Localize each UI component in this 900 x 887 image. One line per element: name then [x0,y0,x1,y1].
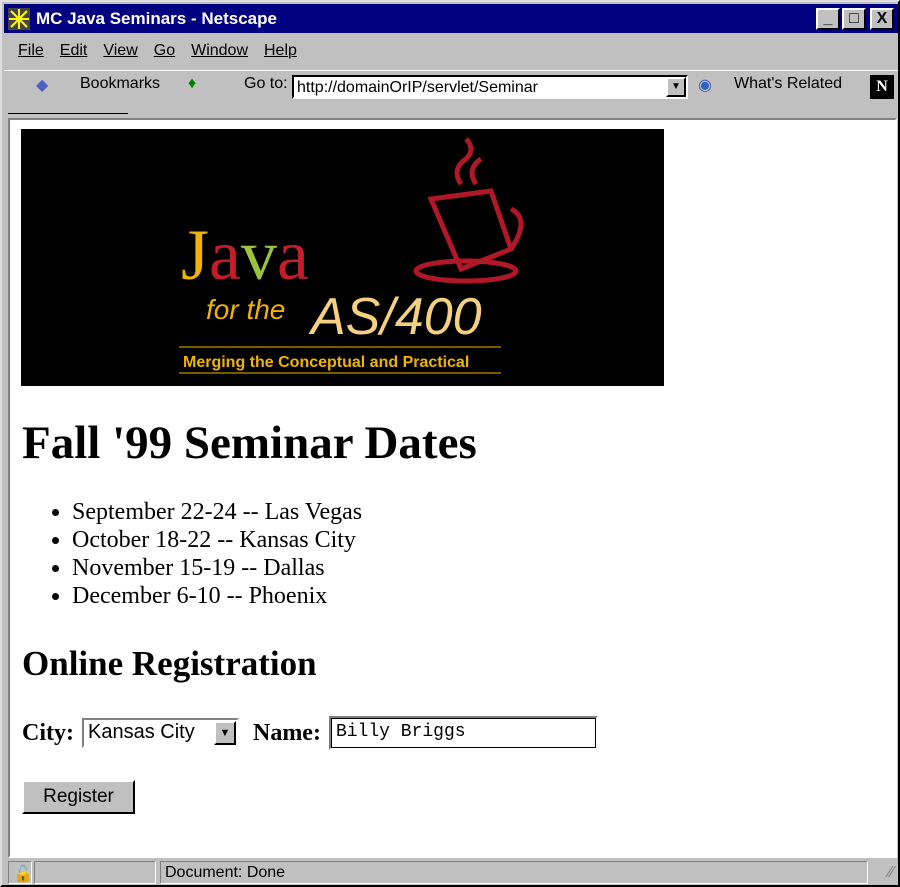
netscape-icon [8,7,30,30]
url-input[interactable]: http://domainOrIP/servlet/Seminar ▼ [292,75,688,99]
java-as400-logo: Java for the AS/400 Merging the Conceptu… [21,129,664,386]
list-item: October 18-22 -- Kansas City [72,526,362,554]
window-title: MC Java Seminars - Netscape [36,8,277,28]
url-dropdown-icon[interactable]: ▼ [666,77,686,97]
city-label: City: [22,719,74,746]
name-label: Name: [252,719,321,746]
chevron-down-icon[interactable]: ▼ [213,721,236,745]
status-bar: 🔓 Document: Done ⁄⁄ [4,860,898,886]
menu-go[interactable]: Go [146,38,183,64]
url-text: http://domainOrIP/servlet/Seminar [297,79,538,96]
logo-java-text: Java [181,215,309,295]
menu-edit[interactable]: Edit [52,38,96,64]
minimize-button[interactable]: _ [816,8,840,30]
location-toolbar: ◆ Bookmarks ♦ Go to: http://domainOrIP/s… [4,70,898,100]
list-item: November 15-19 -- Dallas [72,554,362,582]
page-heading: Fall '99 Seminar Dates [22,417,477,469]
bookmarks-button[interactable]: Bookmarks [80,75,160,93]
whats-related-button[interactable]: What's Related [734,75,842,93]
list-item: December 6-10 -- Phoenix [72,582,362,610]
resize-grip-icon[interactable]: ⁄⁄ [889,864,894,882]
list-item: September 22-24 -- Las Vegas [72,498,362,526]
close-button[interactable]: X [870,8,894,30]
goto-label: Go to: [244,75,288,92]
maximize-button[interactable]: □ [842,8,866,30]
menu-view[interactable]: View [95,38,145,64]
menu-help[interactable]: Help [256,38,305,64]
title-bar: MC Java Seminars - Netscape _ □ X [4,4,898,33]
progress-panel [34,861,156,884]
registration-form: City: Kansas City ▼ Name: Billy Briggs [22,716,598,750]
city-select[interactable]: Kansas City ▼ [81,718,239,748]
status-text: Document: Done [160,861,868,884]
security-lock-icon[interactable]: 🔓 [8,861,33,884]
whats-related-icon[interactable]: ◉ [698,75,712,95]
seminar-dates-list: September 22-24 -- Las Vegas October 18-… [72,498,362,610]
bookmarks-icon[interactable]: ◆ [36,75,48,95]
svg-text:for the: for the [206,294,285,325]
toolbar-tabs[interactable] [8,102,128,114]
page-content: Java for the AS/400 Merging the Conceptu… [8,118,897,858]
name-input[interactable]: Billy Briggs [328,716,598,750]
netscape-logo[interactable]: N [870,75,894,99]
svg-text:Merging the Conceptual and Pra: Merging the Conceptual and Practical [183,354,469,371]
menu-file[interactable]: File [10,38,52,64]
registration-heading: Online Registration [22,644,317,683]
menu-bar: File Edit View Go Window Help [10,38,305,64]
browser-window: MC Java Seminars - Netscape _ □ X File E… [0,0,900,887]
svg-text:AS/400: AS/400 [308,288,482,346]
menu-window[interactable]: Window [183,38,256,64]
city-value: Kansas City [87,721,195,743]
register-button[interactable]: Register [22,780,135,814]
location-icon: ♦ [188,75,197,92]
